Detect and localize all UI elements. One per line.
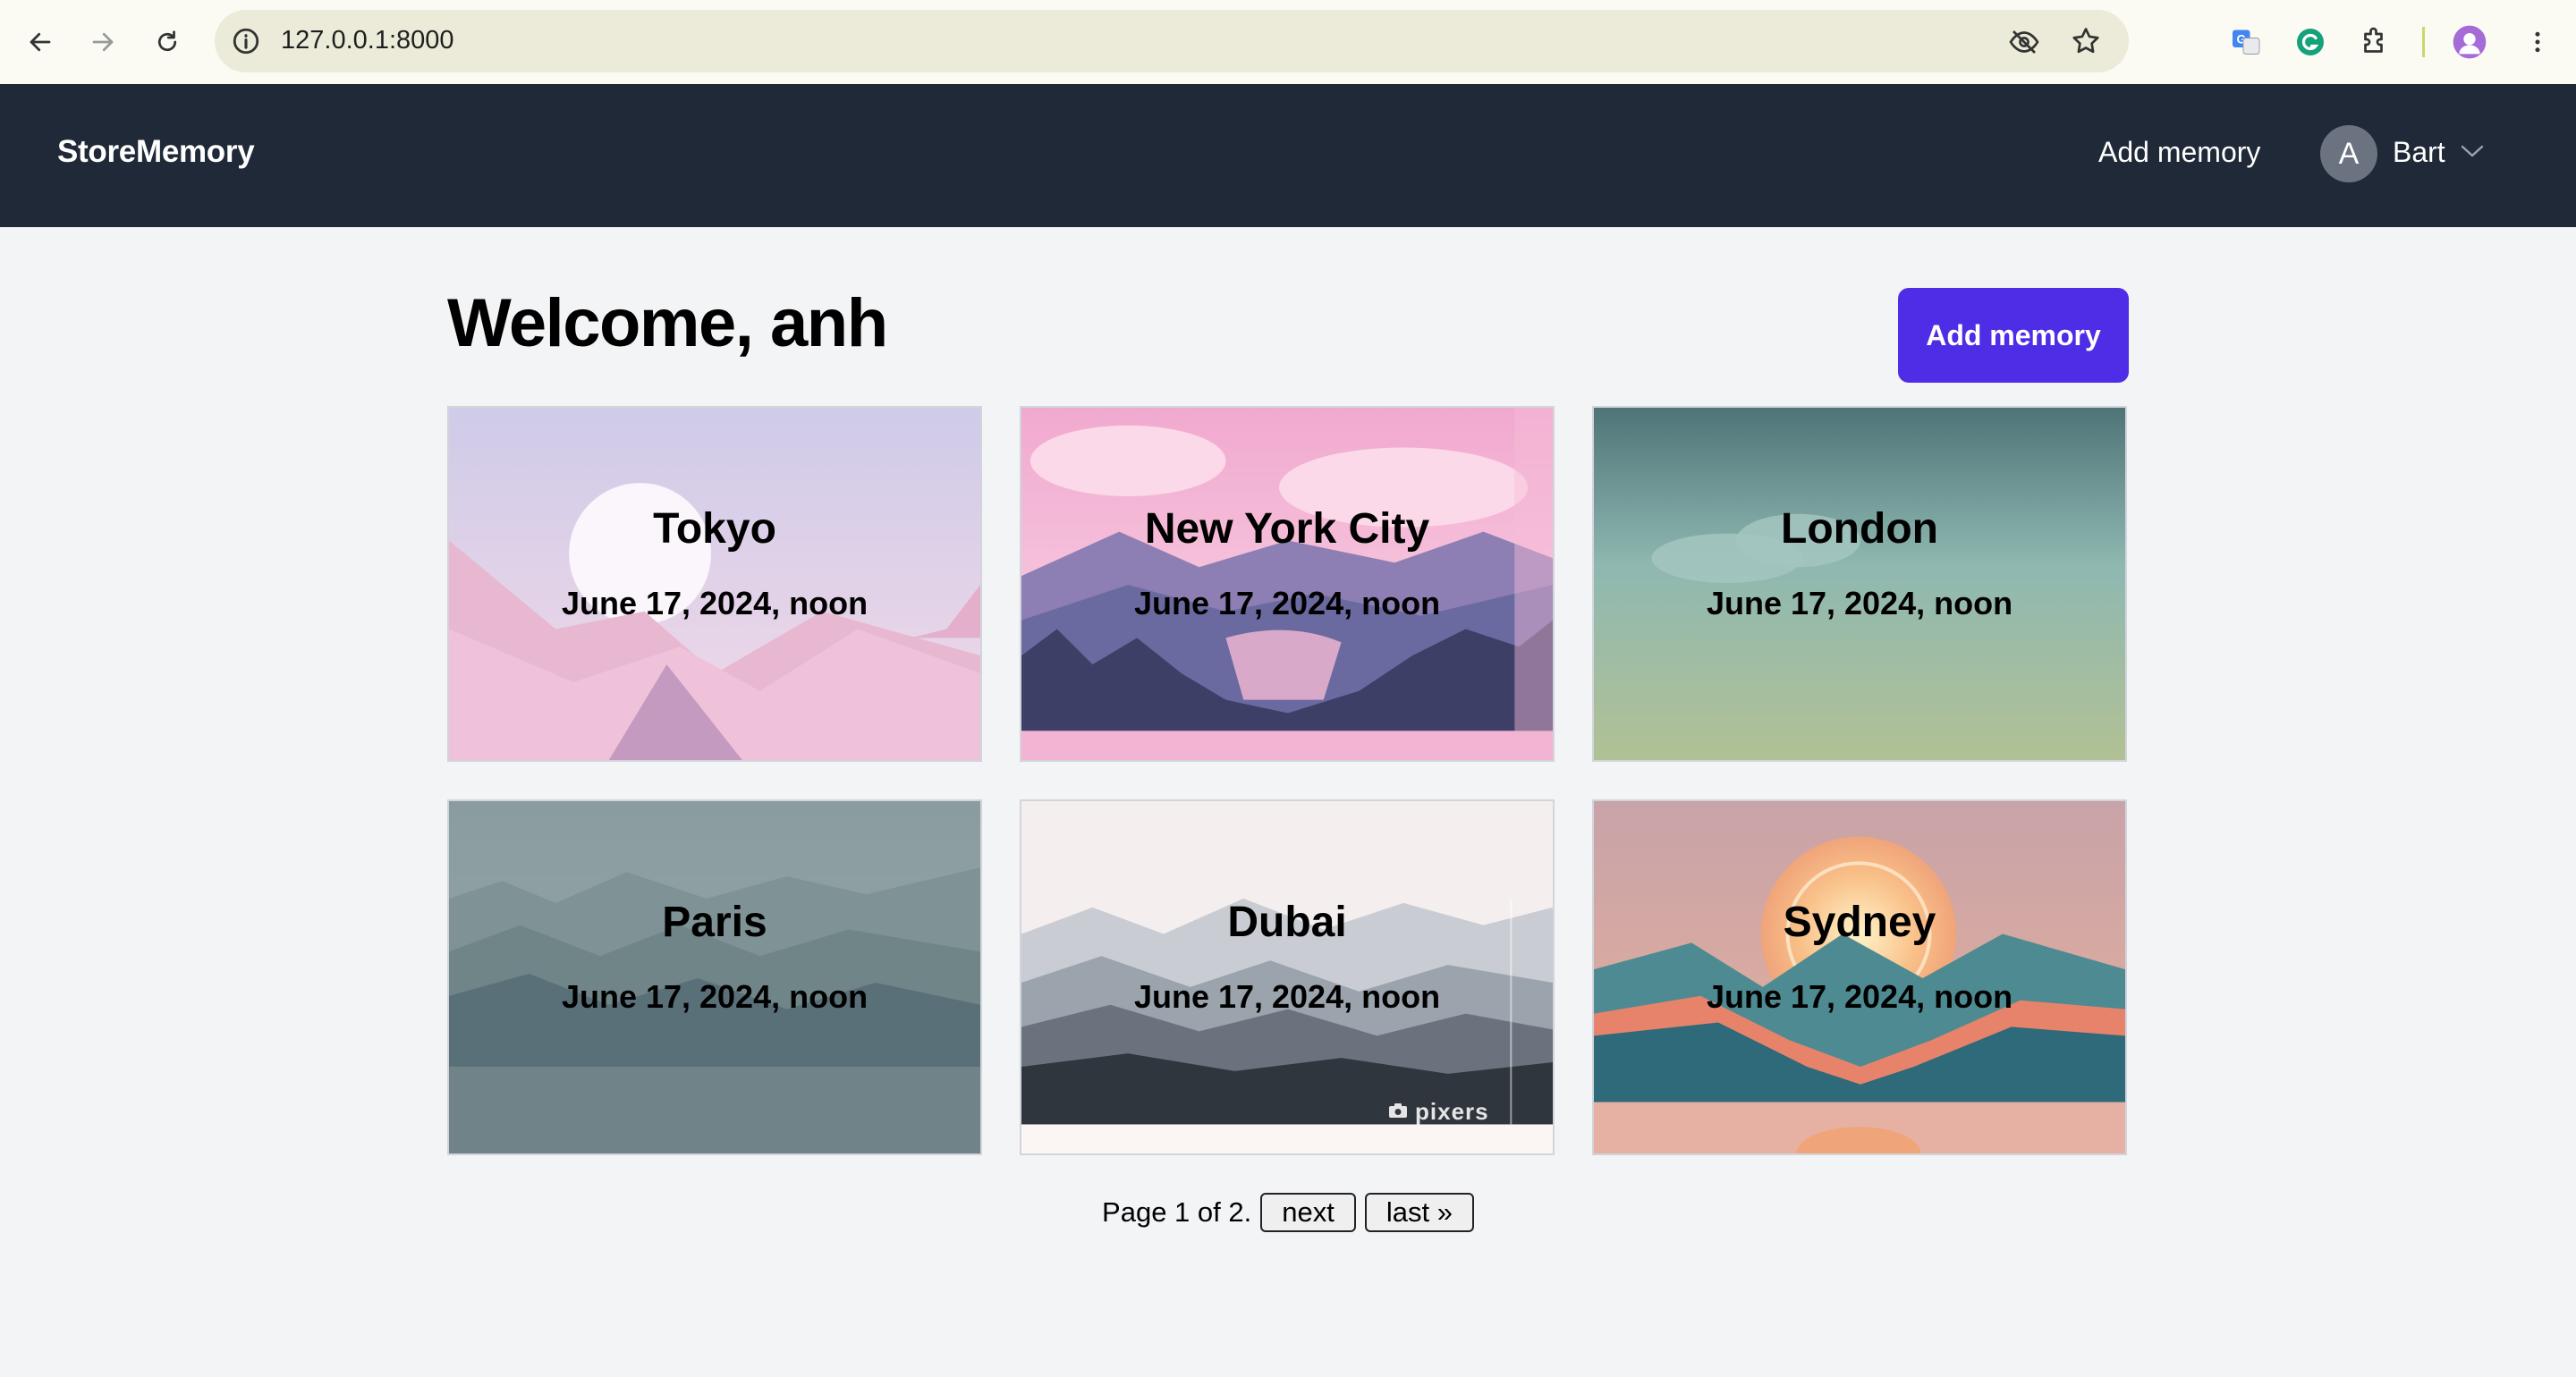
sydney-background-image [1594, 801, 2125, 1153]
site-info-icon[interactable] [231, 26, 261, 61]
memory-date: June 17, 2024, noon [1706, 978, 2013, 1015]
memory-city: Tokyo [653, 505, 776, 553]
eye-off-icon[interactable] [2008, 26, 2040, 63]
london-background-image [1594, 408, 2125, 760]
last-page-button[interactable]: last » [1364, 1193, 1474, 1232]
pagination: Page 1 of 2. next last » [0, 1193, 2576, 1232]
browser-toolbar: 127.0.0.1:8000 G [0, 0, 2576, 85]
memory-card[interactable]: Tokyo June 17, 2024, noon [447, 406, 982, 762]
extensions-puzzle-icon[interactable] [2352, 20, 2397, 64]
memory-card[interactable]: Paris June 17, 2024, noon [447, 799, 982, 1155]
add-memory-button[interactable]: Add memory [1898, 288, 2129, 383]
next-page-button[interactable]: next [1260, 1193, 1356, 1232]
grammarly-extension-icon[interactable] [2288, 20, 2333, 64]
memory-date: June 17, 2024, noon [561, 585, 869, 621]
url-text: 127.0.0.1:8000 [281, 26, 454, 55]
memory-card[interactable]: London June 17, 2024, noon [1592, 406, 2127, 762]
memory-card[interactable]: pixers Dubai June 17, 2024, noon [1020, 799, 1555, 1155]
translate-extension-icon[interactable]: G [2224, 20, 2268, 64]
toolbar-divider [2422, 27, 2425, 57]
camera-icon [1388, 1102, 1408, 1123]
memory-date: June 17, 2024, noon [1133, 585, 1441, 621]
reload-icon[interactable] [145, 20, 190, 64]
nav-add-memory-link[interactable]: Add memory [2098, 136, 2260, 169]
chevron-down-icon[interactable] [2460, 143, 2485, 164]
user-avatar[interactable]: A [2320, 125, 2377, 182]
memory-city: Dubai [1227, 899, 1347, 946]
memory-city: Sydney [1783, 899, 1936, 946]
site-navbar: StoreMemory Add memory A Bart [0, 84, 2576, 227]
new-york-background-image [1021, 408, 1553, 760]
page-status: Page 1 of 2. [1102, 1196, 1252, 1228]
paris-background-image [449, 801, 980, 1153]
tokyo-background-image [449, 408, 980, 760]
memory-card[interactable]: New York City June 17, 2024, noon [1020, 406, 1555, 762]
user-menu-name[interactable]: Bart [2393, 136, 2445, 169]
memory-date: June 17, 2024, noon [1706, 585, 2013, 621]
browser-menu-icon[interactable] [2515, 20, 2560, 64]
memory-card[interactable]: Sydney June 17, 2024, noon [1592, 799, 2127, 1155]
page-title: Welcome, anh [447, 285, 888, 361]
memory-date: June 17, 2024, noon [1133, 978, 1441, 1015]
memory-date: June 17, 2024, noon [561, 978, 869, 1015]
memory-city: New York City [1144, 505, 1430, 553]
forward-icon[interactable] [80, 20, 125, 64]
memory-city: London [1781, 505, 1938, 553]
brand-logo[interactable]: StoreMemory [57, 134, 255, 170]
address-bar[interactable]: 127.0.0.1:8000 [215, 10, 2129, 72]
bookmark-star-icon[interactable] [2070, 25, 2102, 62]
profile-avatar-icon[interactable] [2447, 20, 2492, 64]
back-icon[interactable] [18, 20, 63, 64]
memory-city: Paris [662, 899, 767, 946]
pixers-watermark: pixers [1415, 1098, 1489, 1125]
